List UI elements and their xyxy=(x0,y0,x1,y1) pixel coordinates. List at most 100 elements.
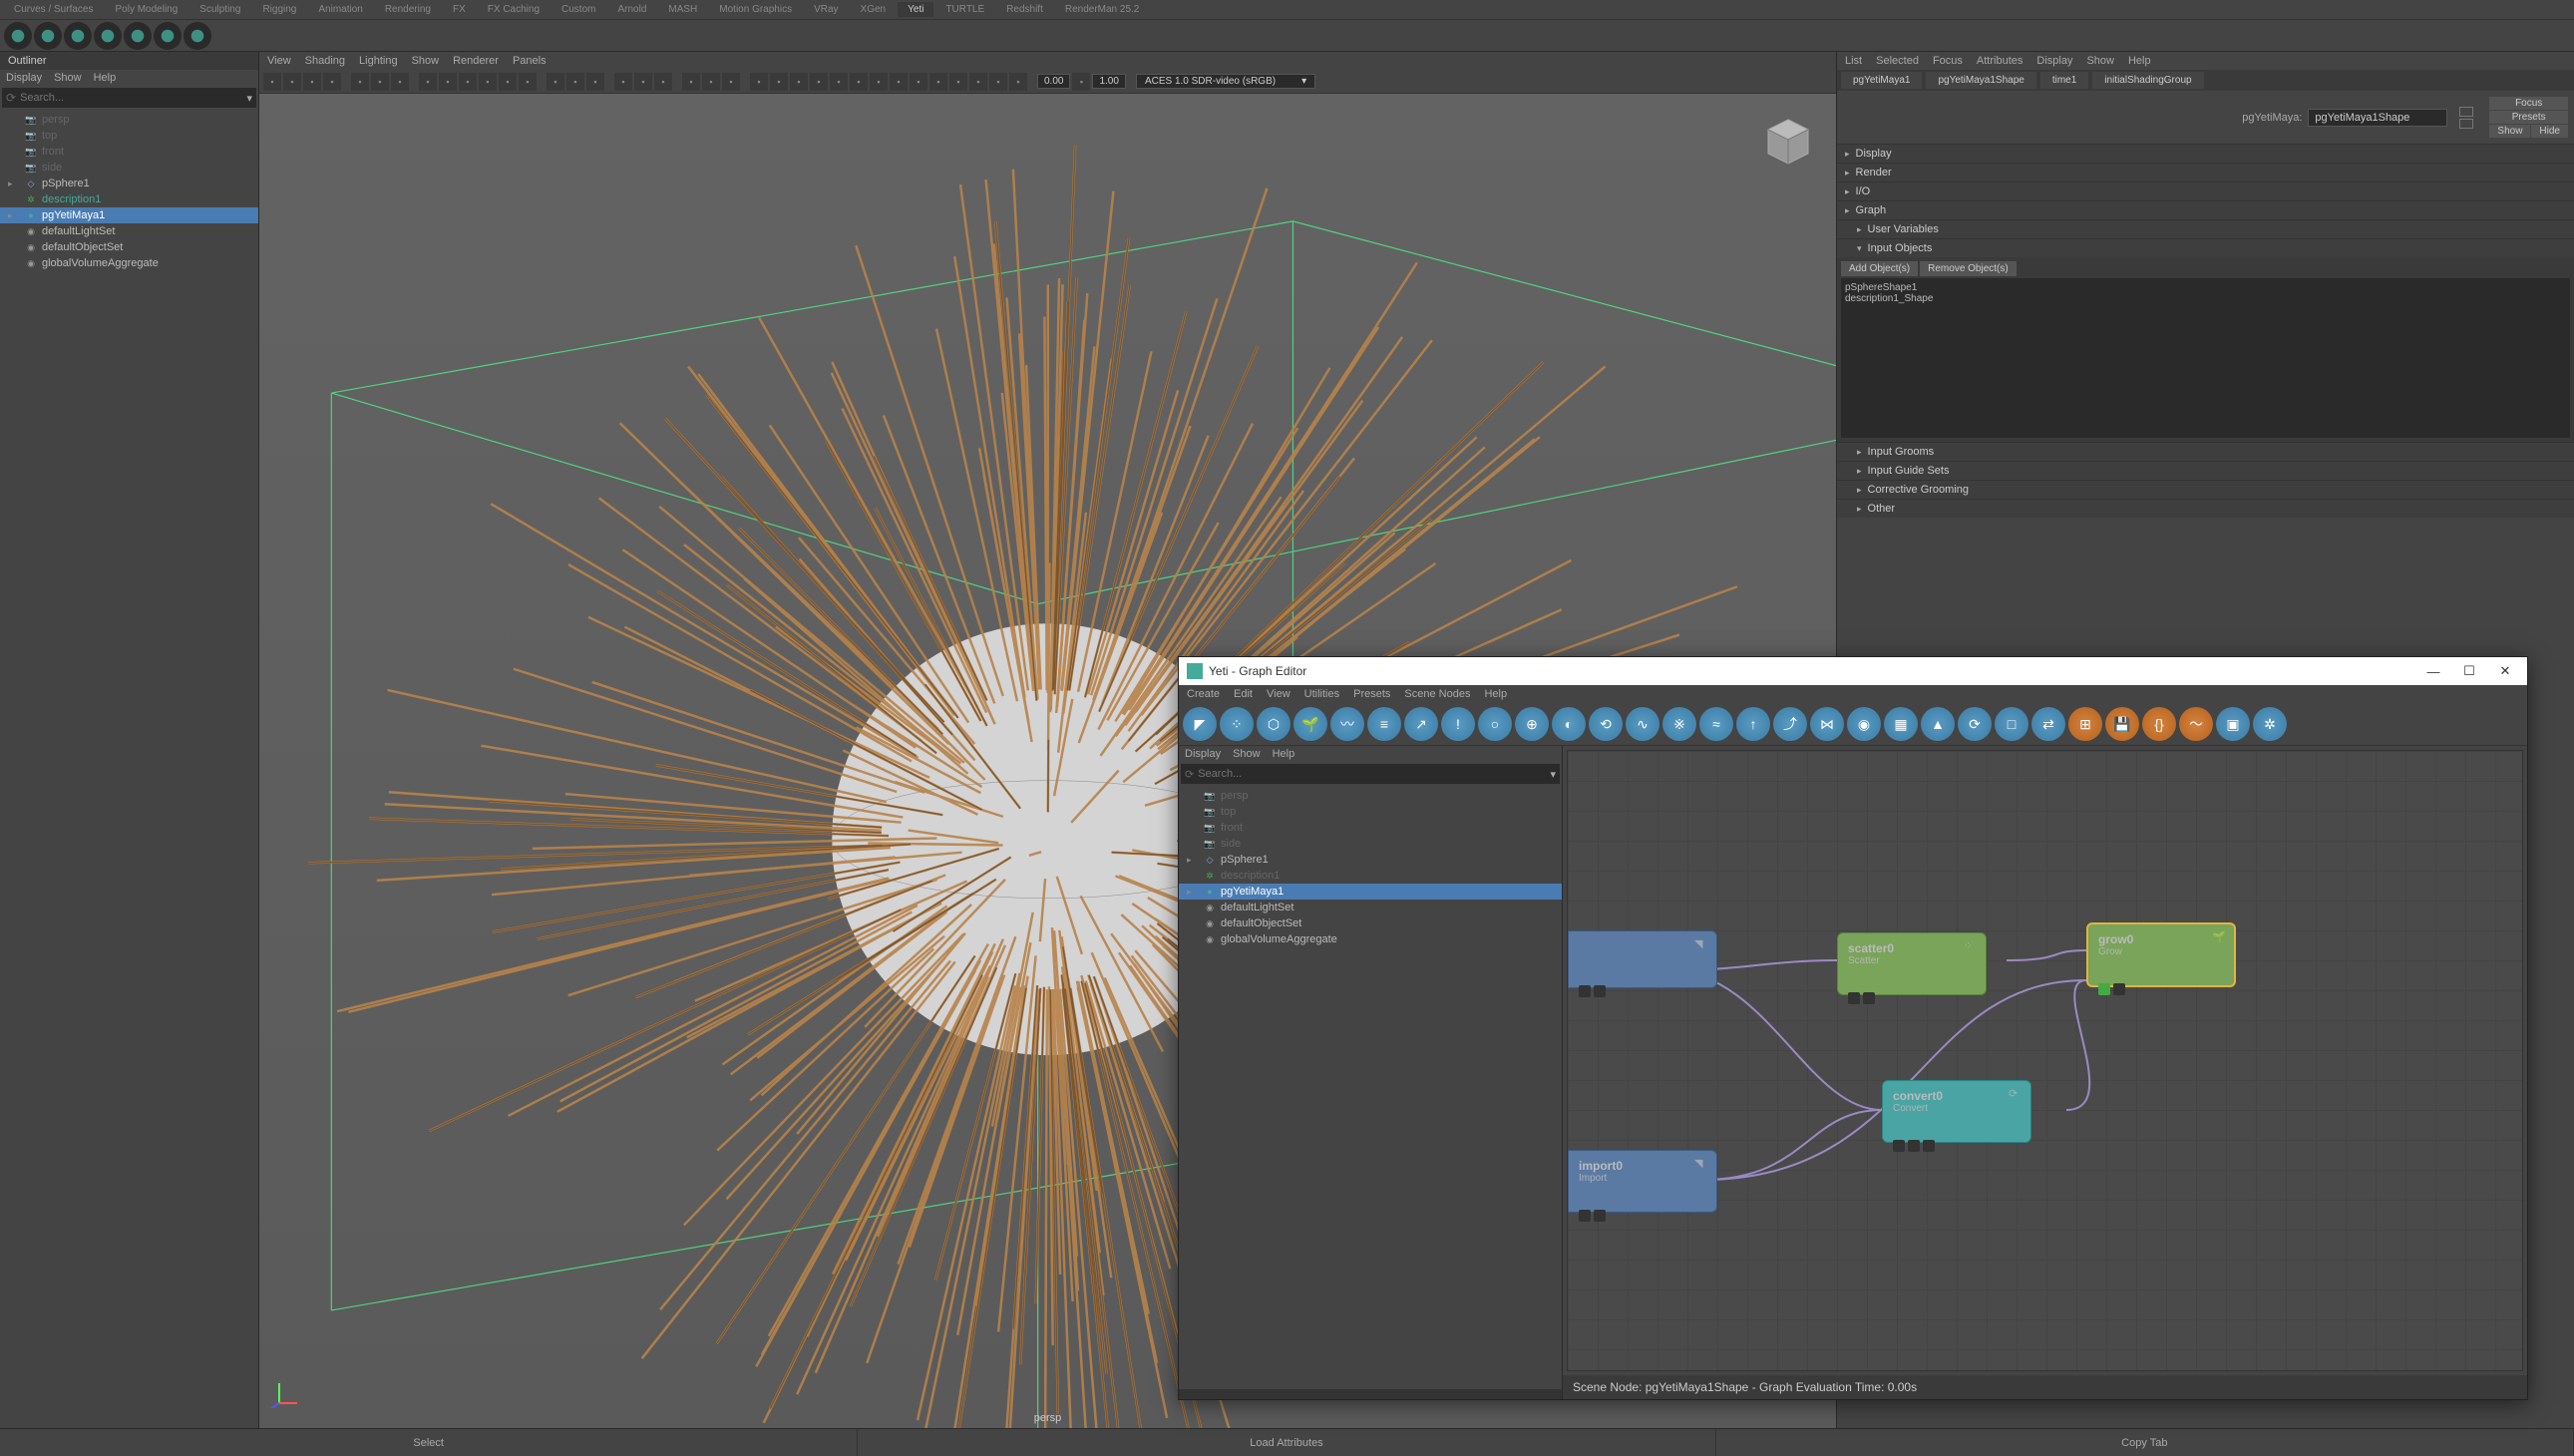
yeti-menu-utilities[interactable]: Utilities xyxy=(1304,688,1339,700)
viewport-menu-shading[interactable]: Shading xyxy=(305,55,345,67)
node-import-partial[interactable]: ◥ xyxy=(1568,930,1717,988)
attr-section-graph[interactable]: ▸Graph xyxy=(1837,201,2574,219)
yeti-tool-grow-icon[interactable]: 🌱 xyxy=(1293,707,1327,741)
yeti-tool-merge-icon[interactable]: ⊕ xyxy=(1515,707,1549,741)
expand-arrow-icon[interactable]: ▸ xyxy=(1187,855,1192,866)
yeti-outliner-menu-display[interactable]: Display xyxy=(1185,748,1221,760)
yeti-tool-texture-icon[interactable]: ▦ xyxy=(1884,707,1918,741)
yeti-menu-create[interactable]: Create xyxy=(1187,688,1220,700)
attr-tab-time1[interactable]: time1 xyxy=(2040,72,2088,89)
viewport-tool-grid-icon[interactable]: ▪ xyxy=(419,73,437,91)
outliner-menu-help[interactable]: Help xyxy=(94,72,117,84)
yeti-tool-mesh-icon[interactable]: ▣ xyxy=(2216,707,2250,741)
yeti-tool-direction-icon[interactable]: ↑ xyxy=(1736,707,1770,741)
viewport-tool-f-icon[interactable]: ▪ xyxy=(850,73,868,91)
viewport-tool-d-icon[interactable]: ▪ xyxy=(810,73,828,91)
shelf-tab-arnold[interactable]: Arnold xyxy=(607,2,656,17)
viewport-tool-lasso-icon[interactable]: ▪ xyxy=(283,73,301,91)
attr-menu-show[interactable]: Show xyxy=(2086,55,2114,67)
expand-arrow-icon[interactable]: ▸ xyxy=(8,210,13,221)
node-scatter0[interactable]: scatter0 Scatter ⁘ xyxy=(1837,932,1987,995)
yeti-cache-icon[interactable] xyxy=(94,22,122,50)
yeti-tool-group-icon[interactable]: ○ xyxy=(1478,707,1512,741)
attr-section-render[interactable]: ▸Render xyxy=(1837,164,2574,182)
viewport-tool-isolate-icon[interactable]: ▪ xyxy=(391,73,409,91)
yeti-tool-switch-icon[interactable]: ⇄ xyxy=(2031,707,2065,741)
yeti-search-expand[interactable]: ▾ xyxy=(1550,768,1556,781)
yeti-tool-instance-icon[interactable]: ⬡ xyxy=(1257,707,1290,741)
attr-nav-up[interactable] xyxy=(2459,107,2473,117)
yeti-tool-lattice-icon[interactable]: ⊞ xyxy=(2068,707,2102,741)
yeti-menu-edit[interactable]: Edit xyxy=(1234,688,1253,700)
yeti-tool-feather-icon[interactable]: ✲ xyxy=(2253,707,2287,741)
attr-hide-button[interactable]: Hide xyxy=(2531,125,2568,138)
viewport-tool-safe-icon[interactable]: ▪ xyxy=(702,73,720,91)
attr-menu-focus[interactable]: Focus xyxy=(1933,55,1963,67)
viewport-tool-paint-icon[interactable]: ▪ xyxy=(303,73,321,91)
outliner-item-pgyetimaya1[interactable]: ▸●pgYetiMaya1 xyxy=(0,207,258,223)
yeti-menu-view[interactable]: View xyxy=(1267,688,1290,700)
viewport-menu-show[interactable]: Show xyxy=(412,55,440,67)
node-convert0[interactable]: convert0 Convert ⟳ xyxy=(1882,1080,2031,1143)
viewport-tool-ao-icon[interactable]: ▪ xyxy=(614,73,632,91)
outliner-item-defaultlightset[interactable]: ◉defaultLightSet xyxy=(0,223,258,239)
outliner-menu-show[interactable]: Show xyxy=(54,72,82,84)
viewport-tool-l-icon[interactable]: ▪ xyxy=(969,73,987,91)
input-object-item[interactable]: description1_Shape xyxy=(1845,293,2566,304)
attr-show-button[interactable]: Show xyxy=(2489,125,2530,138)
yeti-display-icon[interactable] xyxy=(154,22,182,50)
attr-node-name-input[interactable] xyxy=(2308,109,2447,127)
colorspace-dropdown[interactable]: ACES 1.0 SDR-video (sRGB)▾ xyxy=(1136,74,1315,89)
yeti-tool-transform-icon[interactable]: ⟲ xyxy=(1589,707,1623,741)
viewport-frame-a[interactable]: 0.00 xyxy=(1037,74,1070,89)
viewport-tool-j-icon[interactable]: ▪ xyxy=(929,73,947,91)
yeti-tool-braid-icon[interactable]: ⋈ xyxy=(1810,707,1844,741)
shelf-tab-sculpting[interactable]: Sculpting xyxy=(189,2,250,17)
viewport-tool-textured-icon[interactable]: ▪ xyxy=(479,73,497,91)
bottom-load-button[interactable]: Load Attributes xyxy=(858,1429,1715,1456)
shelf-tab-fx-caching[interactable]: FX Caching xyxy=(478,2,550,17)
shelf-tab-custom[interactable]: Custom xyxy=(552,2,605,17)
outliner-item-description1[interactable]: ✲description1 xyxy=(0,191,258,207)
shelf-tab-redshift[interactable]: Redshift xyxy=(996,2,1053,17)
yeti-feather-icon[interactable] xyxy=(124,22,152,50)
yeti-search-input[interactable] xyxy=(1194,766,1550,782)
shelf-tab-yeti[interactable]: Yeti xyxy=(898,2,933,17)
yeti-tool-curl-icon[interactable]: ∿ xyxy=(1626,707,1659,741)
viewport-tool-e-icon[interactable]: ▪ xyxy=(830,73,848,91)
attr-section-user-variables[interactable]: ▸User Variables xyxy=(1837,220,2574,238)
viewport-tool-k-icon[interactable]: ▪ xyxy=(949,73,967,91)
viewport-tool-m-icon[interactable]: ▪ xyxy=(989,73,1007,91)
yeti-tool-clump-icon[interactable]: ※ xyxy=(1662,707,1696,741)
yeti-settings-icon[interactable] xyxy=(184,22,211,50)
viewport-tool-joint-icon[interactable]: ▪ xyxy=(566,73,584,91)
minimize-button[interactable]: — xyxy=(2419,661,2447,681)
shelf-tab-motion-graphics[interactable]: Motion Graphics xyxy=(709,2,802,17)
yeti-outliner-item-description1[interactable]: ✲description1 xyxy=(1179,868,1562,884)
outliner-item-psphere1[interactable]: ▸◇pSphere1 xyxy=(0,176,258,191)
outliner-search-expand[interactable]: ▾ xyxy=(246,92,252,105)
viewport-tool-motion-icon[interactable]: ▪ xyxy=(634,73,652,91)
yeti-tool-attribute-icon[interactable]: ! xyxy=(1441,707,1475,741)
viewport-tool-camera-icon[interactable]: ▪ xyxy=(323,73,341,91)
yeti-outliner-item-persp[interactable]: 📷persp xyxy=(1179,788,1562,804)
yeti-comb-icon[interactable] xyxy=(64,22,92,50)
viewport-tool-snapshot-icon[interactable]: ▪ xyxy=(371,73,389,91)
yeti-titlebar[interactable]: Yeti - Graph Editor — ☐ ✕ xyxy=(1179,657,2527,685)
yeti-tool-import-icon[interactable]: ◤ xyxy=(1183,707,1217,741)
viewport-menu-panels[interactable]: Panels xyxy=(513,55,547,67)
outliner-item-persp[interactable]: 📷persp xyxy=(0,112,258,128)
outliner-menu-display[interactable]: Display xyxy=(6,72,42,84)
viewport-tool-g-icon[interactable]: ▪ xyxy=(870,73,888,91)
attr-section-i/o[interactable]: ▸I/O xyxy=(1837,182,2574,200)
yeti-menu-help[interactable]: Help xyxy=(1484,688,1507,700)
yeti-outliner-menu-help[interactable]: Help xyxy=(1273,748,1295,760)
shelf-tab-vray[interactable]: VRay xyxy=(804,2,848,17)
attr-menu-list[interactable]: List xyxy=(1845,55,1862,67)
viewport-frame-b[interactable]: 1.00 xyxy=(1092,74,1125,89)
outliner-item-top[interactable]: 📷top xyxy=(0,128,258,144)
shelf-tab-rigging[interactable]: Rigging xyxy=(252,2,306,17)
yeti-outliner-scrollbar[interactable] xyxy=(1179,1389,1562,1399)
attr-tab-initialshadinggroup[interactable]: initialShadingGroup xyxy=(2092,72,2203,89)
attr-tab-pgyetimaya1shape[interactable]: pgYetiMaya1Shape xyxy=(1926,72,2035,89)
